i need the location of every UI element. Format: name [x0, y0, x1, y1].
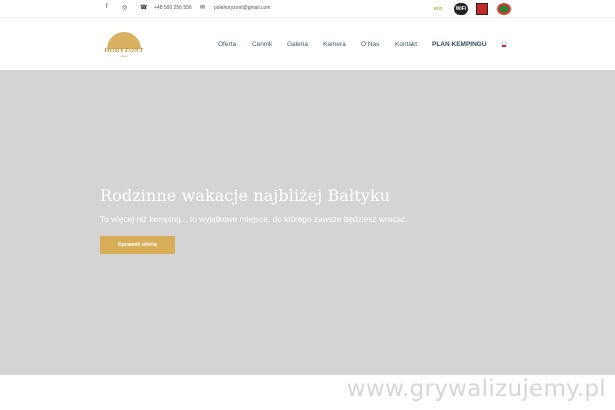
logo-text: HORYZONT	[104, 47, 144, 54]
eco-badge-icon: eco	[433, 6, 443, 12]
hero-section: Rodzinne wakacje najbliżej Bałtyku To wi…	[0, 70, 615, 375]
logo-subtext: camp	[120, 54, 128, 58]
top-bar: f ◎ ☎ +48 500 256 556 ✉ polehoryzont@gma…	[0, 0, 615, 18]
check-offer-button[interactable]: Sprawdź ofertę	[100, 236, 175, 254]
media-badge-icon	[476, 3, 488, 15]
nav-kontakt[interactable]: Kontakt	[395, 41, 417, 48]
hero-subtitle: To więcej niż kemping... to wyjątkowe mi…	[100, 214, 408, 224]
email-address[interactable]: polehoryzont@gmail.com	[214, 5, 271, 11]
nav-oferta[interactable]: Oferta	[218, 41, 236, 48]
watermark: www.grywalizujemy.pl	[346, 376, 606, 402]
language-flag-icon[interactable]	[501, 42, 507, 47]
phone-number[interactable]: +48 500 256 556	[154, 5, 192, 11]
main-header: HORYZONT camp Oferta Cennik Galeria Kame…	[0, 18, 615, 70]
nav-o-nas[interactable]: O Nas	[361, 41, 379, 48]
site-logo[interactable]: HORYZONT camp	[103, 32, 145, 60]
nav-galeria[interactable]: Galeria	[287, 41, 308, 48]
circle-badge-icon	[497, 3, 511, 15]
instagram-icon[interactable]: ◎	[122, 4, 127, 11]
hero-title: Rodzinne wakacje najbliżej Bałtyku	[100, 186, 391, 205]
facebook-icon[interactable]: f	[106, 4, 108, 10]
nav-kamera[interactable]: Kamera	[323, 41, 346, 48]
nav-cennik[interactable]: Cennik	[252, 41, 272, 48]
nav-plan-kempingu[interactable]: PLAN KEMPINGU	[432, 41, 487, 48]
phone-icon: ☎	[140, 5, 148, 11]
email-icon: ✉	[200, 5, 206, 11]
wifi-badge-icon: WiFi	[454, 3, 468, 15]
